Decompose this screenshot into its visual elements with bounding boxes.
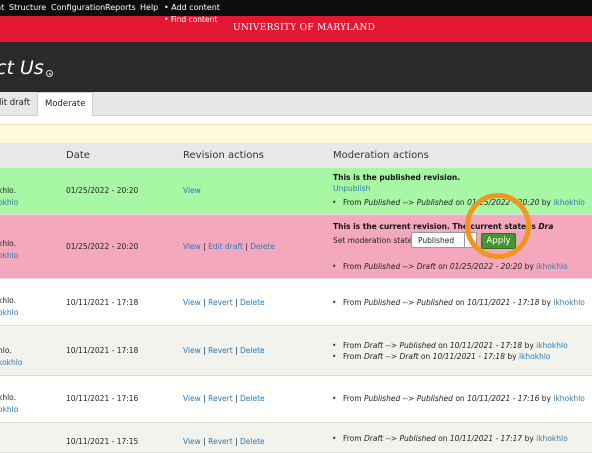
moderation-state-select[interactable]: Published ⌄ xyxy=(411,232,477,248)
page-header: ct Us xyxy=(0,42,592,92)
moderation-history-item: From Draft --> Published on 10/11/2021 -… xyxy=(332,341,568,350)
delete-link[interactable]: Delete xyxy=(240,394,265,403)
user-link[interactable]: ikhokhlo xyxy=(536,262,568,271)
revert-link[interactable]: Revert xyxy=(208,298,233,307)
toolbar-item-reports[interactable]: Reports xyxy=(105,3,136,12)
revision-author-link[interactable]: kokhlo xyxy=(0,358,22,367)
tab-moderate[interactable]: Moderate xyxy=(37,92,94,117)
moderation-title: This is the published revision. xyxy=(333,173,461,182)
table-row: khlo. okhlo 01/25/2022 - 20:20 View | Ed… xyxy=(0,215,592,279)
shortcut-star-icon[interactable] xyxy=(46,70,53,77)
chevron-down-icon: ⌄ xyxy=(464,233,476,247)
toolbar-add-content[interactable]: • Add content xyxy=(164,3,220,12)
admin-toolbar: nt Structure Configuration Reports Help … xyxy=(0,0,592,24)
revert-link[interactable]: Revert xyxy=(208,394,233,403)
user-link[interactable]: ikhokhlo xyxy=(536,434,568,443)
delete-link[interactable]: Delete xyxy=(240,437,265,446)
revision-actions: View | Edit draft | Delete xyxy=(183,242,275,251)
user-link[interactable]: ikhokhlo xyxy=(553,298,585,307)
revision-author-link[interactable]: okhlo xyxy=(0,198,18,207)
table-header: Date Revision actions Moderation actions xyxy=(0,144,592,168)
edit-draft-link[interactable]: Edit draft xyxy=(208,242,243,251)
revision-author-text: khlo. xyxy=(0,393,17,402)
header-revision-actions: Revision actions xyxy=(183,150,264,161)
unpublish-link[interactable]: Unpublish xyxy=(333,184,370,193)
moderation-history-item: From Published --> Published on 01/25/20… xyxy=(332,198,585,207)
revision-actions: View | Revert | Delete xyxy=(183,394,265,403)
delete-link[interactable]: Delete xyxy=(250,242,275,251)
header-date: Date xyxy=(66,150,90,161)
moderation-history-item: From Published --> Published on 10/11/20… xyxy=(332,298,585,307)
revision-actions: View | Revert | Delete xyxy=(183,346,265,355)
revert-link[interactable]: Revert xyxy=(208,437,233,446)
view-link[interactable]: View xyxy=(183,242,201,251)
toolbar-item-content[interactable]: nt xyxy=(0,3,4,12)
toolbar-find-content[interactable]: • Find content xyxy=(164,15,217,24)
apply-button[interactable]: Apply xyxy=(481,233,516,249)
user-link[interactable]: ikhokhlo xyxy=(519,352,551,361)
revision-author-text: hlo. xyxy=(0,346,12,355)
table-row: khlo. okhlo 10/11/2021 - 17:16 View | Re… xyxy=(0,376,592,423)
revert-link[interactable]: Revert xyxy=(208,346,233,355)
table-row: khlo. okhlo 01/25/2022 - 20:20 View This… xyxy=(0,168,592,215)
revision-author-link[interactable]: okhlo xyxy=(0,308,18,317)
view-link[interactable]: View xyxy=(183,394,201,403)
revision-date: 10/11/2021 - 17:18 xyxy=(66,346,139,355)
view-link[interactable]: View xyxy=(183,346,201,355)
revision-author-link[interactable]: okhlo xyxy=(0,405,18,414)
revision-date: 10/11/2021 - 17:18 xyxy=(66,298,139,307)
tab-edit-draft[interactable]: dit draft xyxy=(0,92,30,116)
add-content-label: Add content xyxy=(171,3,220,12)
toolbar-item-configuration[interactable]: Configuration xyxy=(51,3,105,12)
header-moderation-actions: Moderation actions xyxy=(333,150,429,161)
revision-date: 10/11/2021 - 17:16 xyxy=(66,394,139,403)
revision-actions: View | Revert | Delete xyxy=(183,298,265,307)
moderation-title: This is the current revision. The curren… xyxy=(333,222,554,231)
moderation-history-item: From Draft --> Published on 10/11/2021 -… xyxy=(332,434,568,443)
moderation-history-item: From Published --> Draft on 01/25/2022 -… xyxy=(332,262,568,271)
toolbar-item-help[interactable]: Help xyxy=(140,3,158,12)
delete-link[interactable]: Delete xyxy=(240,298,265,307)
university-banner: UNIVERSITY OF MARYLAND xyxy=(0,16,592,42)
toolbar-item-structure[interactable]: Structure xyxy=(9,3,46,12)
revision-author-text: khlo. xyxy=(0,296,17,305)
user-link[interactable]: ikhokhlo xyxy=(553,394,585,403)
find-content-label: Find content xyxy=(170,15,218,24)
user-link[interactable]: ikhokhlo xyxy=(553,198,585,207)
revision-author-text: khlo. xyxy=(0,186,17,195)
revision-author-text: khlo. xyxy=(0,239,17,248)
set-state-label: Set moderation state: xyxy=(333,236,415,245)
moderation-history-item: From Draft --> Draft on 10/11/2021 - 17:… xyxy=(332,352,551,361)
revision-date: 10/11/2021 - 17:15 xyxy=(66,437,139,446)
table-row: 10/11/2021 - 17:15 View | Revert | Delet… xyxy=(0,423,592,453)
university-title: UNIVERSITY OF MARYLAND xyxy=(233,23,376,33)
revision-date: 01/25/2022 - 20:20 xyxy=(66,242,139,251)
primary-tabs: dit draft Moderate xyxy=(0,92,592,117)
status-message xyxy=(0,124,592,144)
revision-author-link[interactable]: okhlo xyxy=(0,251,18,260)
revision-date: 01/25/2022 - 20:20 xyxy=(66,186,139,195)
moderation-history-item: From Published --> Published on 10/11/20… xyxy=(332,394,585,403)
view-link[interactable]: View xyxy=(183,298,201,307)
view-link[interactable]: View xyxy=(183,437,201,446)
view-link[interactable]: View xyxy=(183,186,201,195)
delete-link[interactable]: Delete xyxy=(240,346,265,355)
revision-actions: View | Revert | Delete xyxy=(183,437,265,446)
user-link[interactable]: ikhokhlo xyxy=(536,341,568,350)
page-title: ct Us xyxy=(0,57,44,79)
select-value: Published xyxy=(418,236,455,245)
table-row: khlo. okhlo 10/11/2021 - 17:18 View | Re… xyxy=(0,279,592,326)
table-row: hlo. kokhlo 10/11/2021 - 17:18 View | Re… xyxy=(0,326,592,376)
